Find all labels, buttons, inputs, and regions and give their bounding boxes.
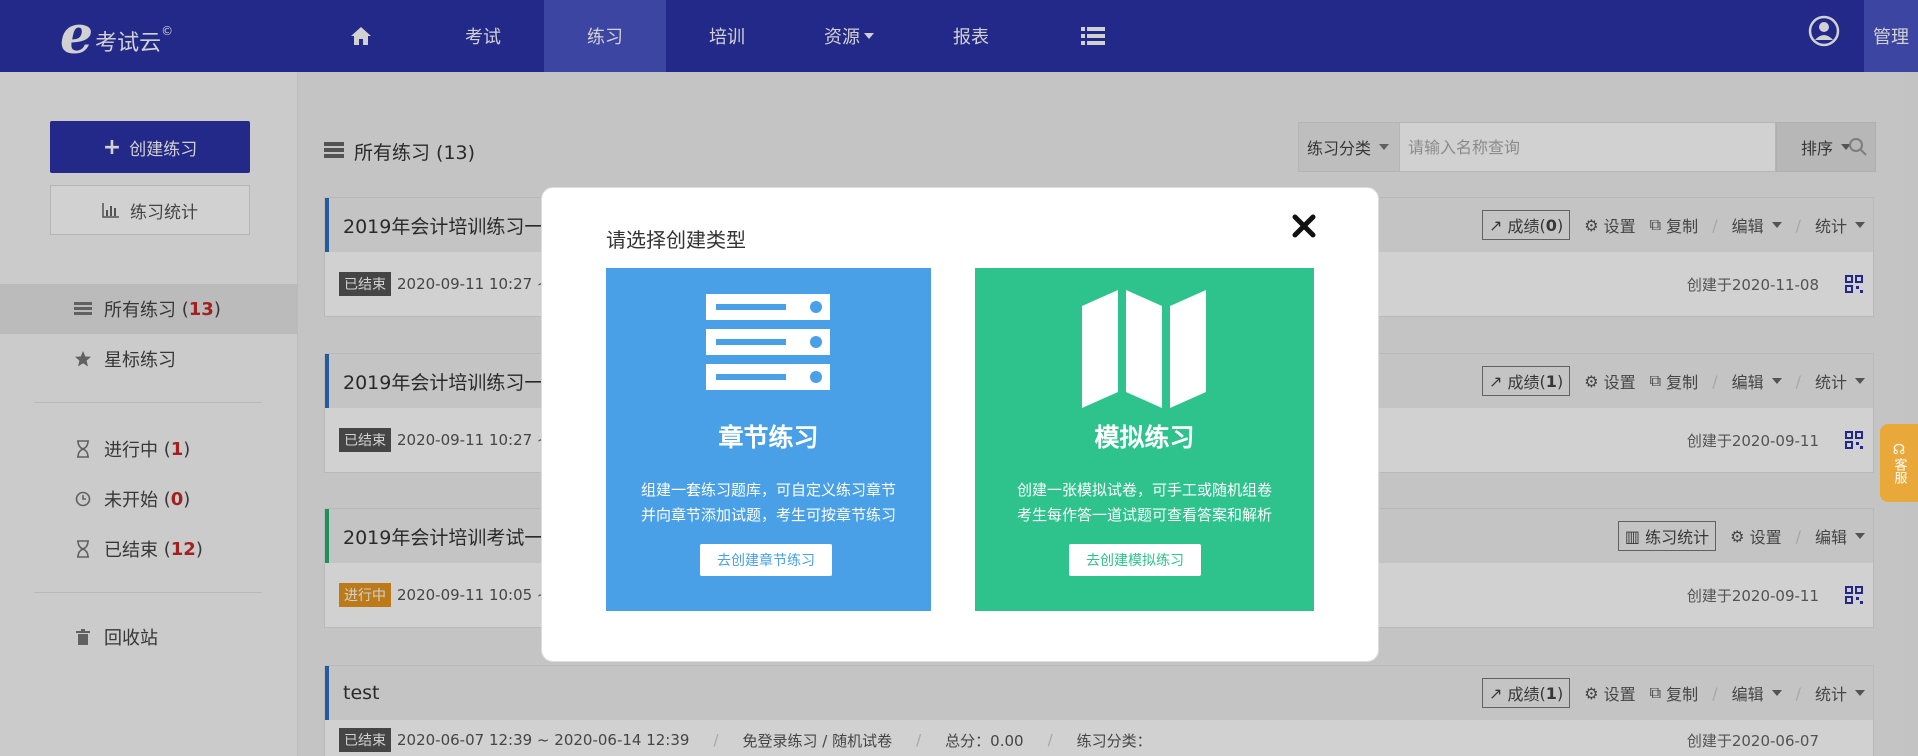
customer-service-label: 客服 [1891,458,1907,484]
mock-practice-option[interactable]: 模拟练习 创建一张模拟试卷，可手工或随机组卷 考生每作答一道试题可查看答案和解析… [975,268,1314,611]
option-description-line: 组建一套练习题库，可自定义练习章节 [640,481,896,499]
option-description-line: 并向章节添加试题，考生可按章节练习 [640,506,896,524]
close-icon[interactable] [1290,212,1318,240]
option-title: 章节练习 [718,423,819,452]
chapter-practice-option[interactable]: 章节练习 组建一套练习题库，可自定义练习章节 并向章节添加试题，考生可按章节练习… [606,268,931,611]
option-title: 模拟练习 [1094,423,1195,452]
map-icon [1082,290,1206,408]
option-description-line: 考生每作答一道试题可查看答案和解析 [1016,506,1272,524]
headset-icon: ☊ [1892,442,1906,458]
create-type-modal: 请选择创建类型 章节练习 组建一套练习题库，可自定义练习章节 并向章节添加试题，… [541,187,1379,662]
customer-service-button[interactable]: ☊ 客服 [1880,424,1918,502]
option-description: 组建一套练习题库，可自定义练习章节 并向章节添加试题，考生可按章节练习 [606,478,931,528]
modal-title: 请选择创建类型 [606,228,746,252]
create-chapter-practice-button[interactable]: 去创建章节练习 [700,544,832,576]
option-description: 创建一张模拟试卷，可手工或随机组卷 考生每作答一道试题可查看答案和解析 [975,478,1314,528]
option-description-line: 创建一张模拟试卷，可手工或随机组卷 [1016,481,1272,499]
create-mock-practice-button[interactable]: 去创建模拟练习 [1069,544,1201,576]
server-list-icon [706,294,830,390]
